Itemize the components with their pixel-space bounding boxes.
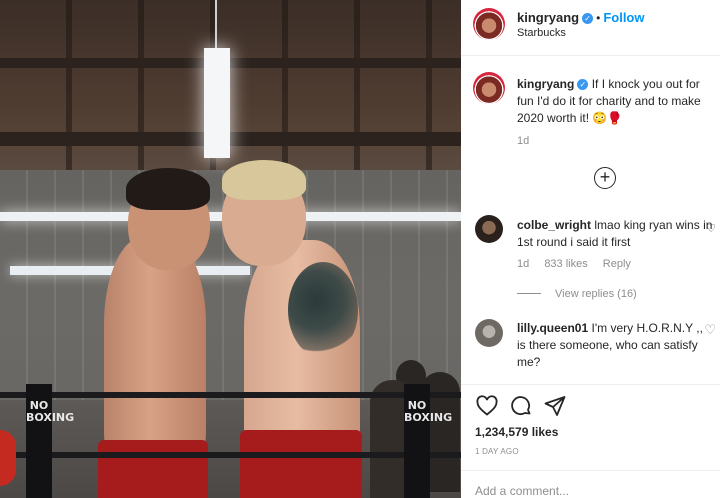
- comment-like-icon[interactable]: ♡: [706, 222, 716, 235]
- ring-post-text: NO BOXING: [26, 399, 75, 424]
- share-plane-icon[interactable]: [543, 394, 567, 418]
- fighter-right-hair: [222, 160, 306, 200]
- comment-bubble-icon[interactable]: [509, 394, 533, 418]
- view-replies-label[interactable]: View replies (16): [555, 288, 637, 300]
- likes-count[interactable]: 1,234,579 likes: [475, 425, 558, 439]
- comment: lilly.queen01 I'm very H.O.R.N.Y ,, is t…: [517, 320, 713, 371]
- comment-age: 1d: [517, 258, 530, 270]
- verified-badge-icon: ✓: [577, 79, 589, 90]
- comment-avatar[interactable]: [475, 319, 503, 347]
- post-header: kingryang ✓ • Follow Starbucks: [461, 0, 720, 56]
- verified-badge-icon: ✓: [582, 13, 594, 24]
- like-heart-icon[interactable]: [475, 394, 499, 418]
- ring-post-text: NO BOXING: [404, 399, 453, 424]
- hanging-lamp: [204, 48, 230, 158]
- follow-button[interactable]: Follow: [603, 10, 644, 25]
- post-timestamp: 1 DAY AGO: [475, 447, 519, 456]
- caption-username[interactable]: kingryang: [517, 77, 574, 91]
- caption: kingryang ✓ If I knock you out for fun I'…: [517, 76, 713, 127]
- boxing-glove-icon: [0, 430, 16, 486]
- author-username[interactable]: kingryang: [517, 10, 579, 25]
- comment: colbe_wright lmao king ryan wins in 1st …: [517, 217, 713, 251]
- divider: [461, 384, 720, 385]
- caption-avatar[interactable]: [473, 72, 505, 104]
- author-avatar[interactable]: [473, 8, 505, 40]
- fighter-left-shorts: [98, 440, 208, 498]
- caption-age: 1d: [517, 135, 530, 147]
- caption-meta: 1d: [517, 135, 541, 147]
- ceiling-rafters: [0, 0, 461, 170]
- comment-avatar[interactable]: [475, 215, 503, 243]
- post-location[interactable]: Starbucks: [517, 27, 566, 39]
- post-photo[interactable]: NO BOXING NO BOXING: [0, 0, 461, 498]
- fighter-right-shorts: [240, 430, 362, 498]
- add-comment-input[interactable]: Add a comment...: [475, 484, 569, 498]
- reply-button[interactable]: Reply: [603, 258, 631, 270]
- comment-like-icon[interactable]: ♡: [704, 322, 716, 338]
- shoulder-tattoo: [288, 262, 358, 358]
- lamp-wire: [215, 0, 217, 48]
- comment-meta: 1d 833 likes Reply: [517, 258, 643, 270]
- ceiling-beam: [0, 58, 461, 68]
- load-more-comments-icon[interactable]: +: [594, 167, 616, 189]
- replies-line: [517, 293, 541, 294]
- comment-likes[interactable]: 833 likes: [544, 258, 587, 270]
- fighter-left-hair: [126, 168, 210, 210]
- separator-dot: •: [596, 11, 601, 25]
- fighter-left-torso: [104, 236, 206, 456]
- ring-rope: [0, 452, 461, 458]
- divider: [461, 470, 720, 471]
- comment-username[interactable]: lilly.queen01: [517, 321, 588, 335]
- ring-rope: [0, 392, 461, 398]
- caption-emoji: 😳🥊: [592, 111, 623, 125]
- comment-username[interactable]: colbe_wright: [517, 218, 591, 232]
- post-side-panel: kingryang ✓ • Follow Starbucks kingryang ✓ I…: [461, 0, 720, 498]
- ceiling-beam: [0, 132, 461, 146]
- author-line: kingryang ✓ • Follow: [517, 9, 645, 27]
- view-replies[interactable]: View replies (16): [517, 288, 637, 300]
